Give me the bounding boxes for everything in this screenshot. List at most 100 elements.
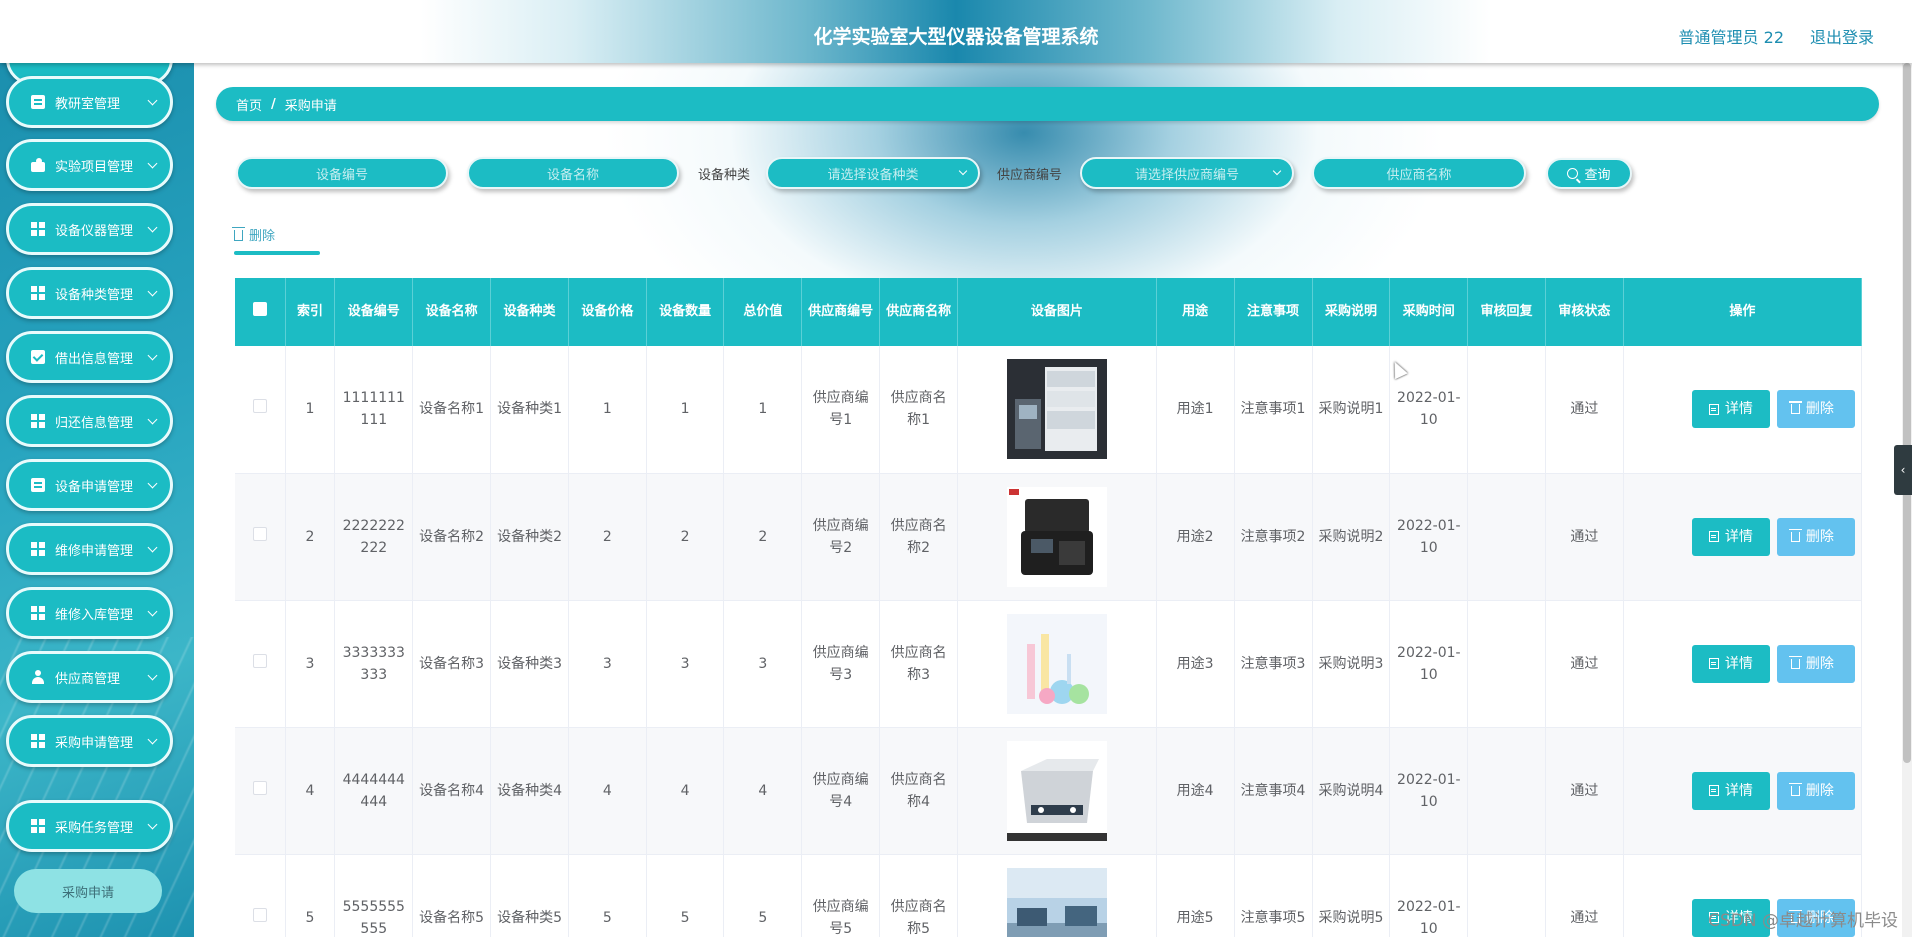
cell-qty: 2	[646, 473, 725, 601]
delete-button[interactable]: 删除	[1776, 644, 1855, 683]
chevron-down-icon	[147, 158, 158, 169]
batch-delete-button[interactable]: 删除	[232, 222, 304, 246]
query-button[interactable]: 查询	[1546, 158, 1632, 189]
sidebar-item-label: 设备申请管理	[55, 479, 134, 495]
detail-button-label: 详情	[1724, 528, 1753, 545]
cell-name: 设备名称4	[412, 727, 492, 855]
chevron-down-icon	[147, 286, 158, 297]
chevron-down-icon	[147, 222, 158, 233]
detail-button[interactable]: 详情	[1691, 390, 1770, 429]
device-code-placeholder: 设备编号	[315, 167, 368, 183]
device-name-input[interactable]: 设备名称	[467, 157, 679, 189]
breadcrumb: 首页 / 采购申请	[216, 87, 1879, 121]
row-checkbox[interactable]	[252, 907, 267, 922]
cell-total: 5	[723, 854, 803, 937]
table-row[interactable]: 2 2222222222 设备名称2 设备种类2 2 2 2 供应商编号2 供应商名称2 用途2 注…	[235, 473, 1862, 601]
cell-price: 5	[568, 854, 647, 937]
select-all-checkbox[interactable]	[252, 301, 267, 316]
delete-button[interactable]: 删除	[1776, 390, 1855, 429]
sidebar-item-label: 采购任务管理	[55, 820, 134, 836]
scrollbar-thumb[interactable]	[1903, 63, 1911, 763]
device-thumbnail	[1006, 867, 1107, 937]
logout-link[interactable]: 退出登录	[1810, 24, 1874, 48]
cell-name: 设备名称2	[412, 473, 492, 601]
column-header: 审核回复	[1467, 278, 1546, 346]
cell-status: 通过	[1545, 473, 1624, 601]
delete-button[interactable]: 删除	[1776, 771, 1855, 810]
check-icon	[31, 350, 45, 364]
cell-qty: 4	[646, 727, 725, 855]
trash-icon	[1788, 528, 1802, 542]
cell-name: 设备名称1	[412, 346, 492, 474]
cell-reply	[1467, 473, 1546, 601]
row-actions: 详情 删除	[1623, 473, 1862, 601]
cell-total: 2	[723, 473, 803, 601]
sidebar-item-device-type[interactable]: 设备种类管理	[6, 267, 173, 319]
table-header-row: 索引 设备编号 设备名称 设备种类 设备价格 设备数量 总价值 供应商编号 供应商名称 设备图片用…	[235, 278, 1862, 346]
column-header: 设备图片	[957, 278, 1157, 346]
sidebar-item-device[interactable]: 设备仪器管理	[6, 203, 173, 255]
batch-delete-label: 删除	[249, 228, 276, 244]
trash-icon	[232, 226, 245, 241]
cell-status: 通过	[1545, 600, 1624, 728]
row-checkbox[interactable]	[252, 399, 267, 414]
detail-button[interactable]: 详情	[1691, 517, 1770, 556]
row-select-cell	[235, 727, 286, 855]
supplier-code-placeholder: 请选择供应商编号	[1134, 167, 1239, 183]
cell-type: 设备种类2	[490, 473, 570, 601]
cell-desc: 采购说明4	[1312, 727, 1391, 855]
row-select-cell	[235, 346, 286, 474]
doc-icon	[31, 95, 45, 109]
cell-usage: 用途5	[1156, 854, 1235, 937]
sidebar-item-repair-stock[interactable]: 维修入库管理	[6, 587, 173, 639]
cell-notes: 注意事项4	[1234, 727, 1313, 855]
delete-button-label: 删除	[1805, 528, 1834, 545]
current-user[interactable]: 普通管理员 22	[1679, 24, 1784, 48]
document-icon	[1708, 403, 1719, 415]
cell-notes: 注意事项2	[1234, 473, 1313, 601]
page-scrollbar[interactable]	[1902, 63, 1912, 937]
table-row[interactable]: 1 1111111111 设备名称1 设备种类1 1 1 1 供应商编号1 供应商名称1 用途1 注…	[235, 346, 1862, 474]
grid-icon	[31, 286, 45, 300]
table-row[interactable]: 4 4444444444 设备名称4 设备种类4 4 4 4 供应商编号4 供应商名称4 用途4 注…	[235, 727, 1862, 855]
trash-icon	[1788, 655, 1802, 669]
grid-icon	[31, 414, 45, 428]
collapse-handle-icon[interactable]: ‹	[1894, 445, 1912, 495]
sidebar-item-repair-apply[interactable]: 维修申请管理	[6, 523, 173, 575]
supplier-name-input[interactable]: 供应商名称	[1312, 157, 1526, 189]
document-icon	[1708, 531, 1719, 542]
sidebar-item-exp-project[interactable]: 实验项目管理	[6, 139, 173, 191]
table-row[interactable]: 3 3333333333 设备名称3 设备种类3 3 3 3 供应商编号3 供应商名称3 用途3 注…	[235, 600, 1862, 728]
row-checkbox[interactable]	[252, 526, 267, 541]
delete-button-label: 删除	[1805, 655, 1834, 672]
detail-button[interactable]: 详情	[1691, 644, 1770, 683]
sidebar-item-device-apply[interactable]: 设备申请管理	[6, 459, 173, 511]
row-checkbox[interactable]	[252, 653, 267, 668]
device-type-select[interactable]: 请选择设备种类	[766, 157, 980, 189]
device-code-input[interactable]: 设备编号	[236, 157, 448, 189]
breadcrumb-home[interactable]: 首页	[236, 95, 262, 114]
column-header: 设备数量	[646, 278, 725, 346]
sidebar-item-purchase-apply[interactable]: 采购申请管理	[6, 715, 173, 767]
cell-reply	[1467, 854, 1546, 937]
sidebar-item-label: 借出信息管理	[55, 351, 134, 367]
row-checkbox[interactable]	[252, 780, 267, 795]
device-thumbnail	[1006, 613, 1107, 714]
sidebar-item-purchase-task[interactable]: 采购任务管理	[6, 800, 173, 852]
supplier-code-select[interactable]: 请选择供应商编号	[1080, 157, 1294, 189]
sidebar-item-lend-info[interactable]: 借出信息管理	[6, 331, 173, 383]
sidebar-item-lab-office[interactable]: 教研室管理	[6, 76, 173, 128]
table-row[interactable]: 5 5555555555 设备名称5 设备种类5 5 5 5 供应商编号5 供应商名称5 用途5 注…	[235, 854, 1862, 937]
sidebar-item-supplier[interactable]: 供应商管理	[6, 651, 173, 703]
detail-button[interactable]: 详情	[1691, 771, 1770, 810]
sidebar-item-return-info[interactable]: 归还信息管理	[6, 395, 173, 447]
grid-icon	[31, 819, 45, 833]
delete-button-label: 删除	[1805, 401, 1834, 418]
breadcrumb-separator: /	[271, 96, 276, 112]
column-header: 设备名称	[412, 278, 492, 346]
grid-icon	[31, 606, 45, 620]
submenu-purchase-request[interactable]: 采购申请	[14, 869, 162, 913]
delete-button[interactable]: 删除	[1776, 517, 1855, 556]
doc-icon	[31, 478, 45, 492]
column-header: 索引	[285, 278, 336, 346]
